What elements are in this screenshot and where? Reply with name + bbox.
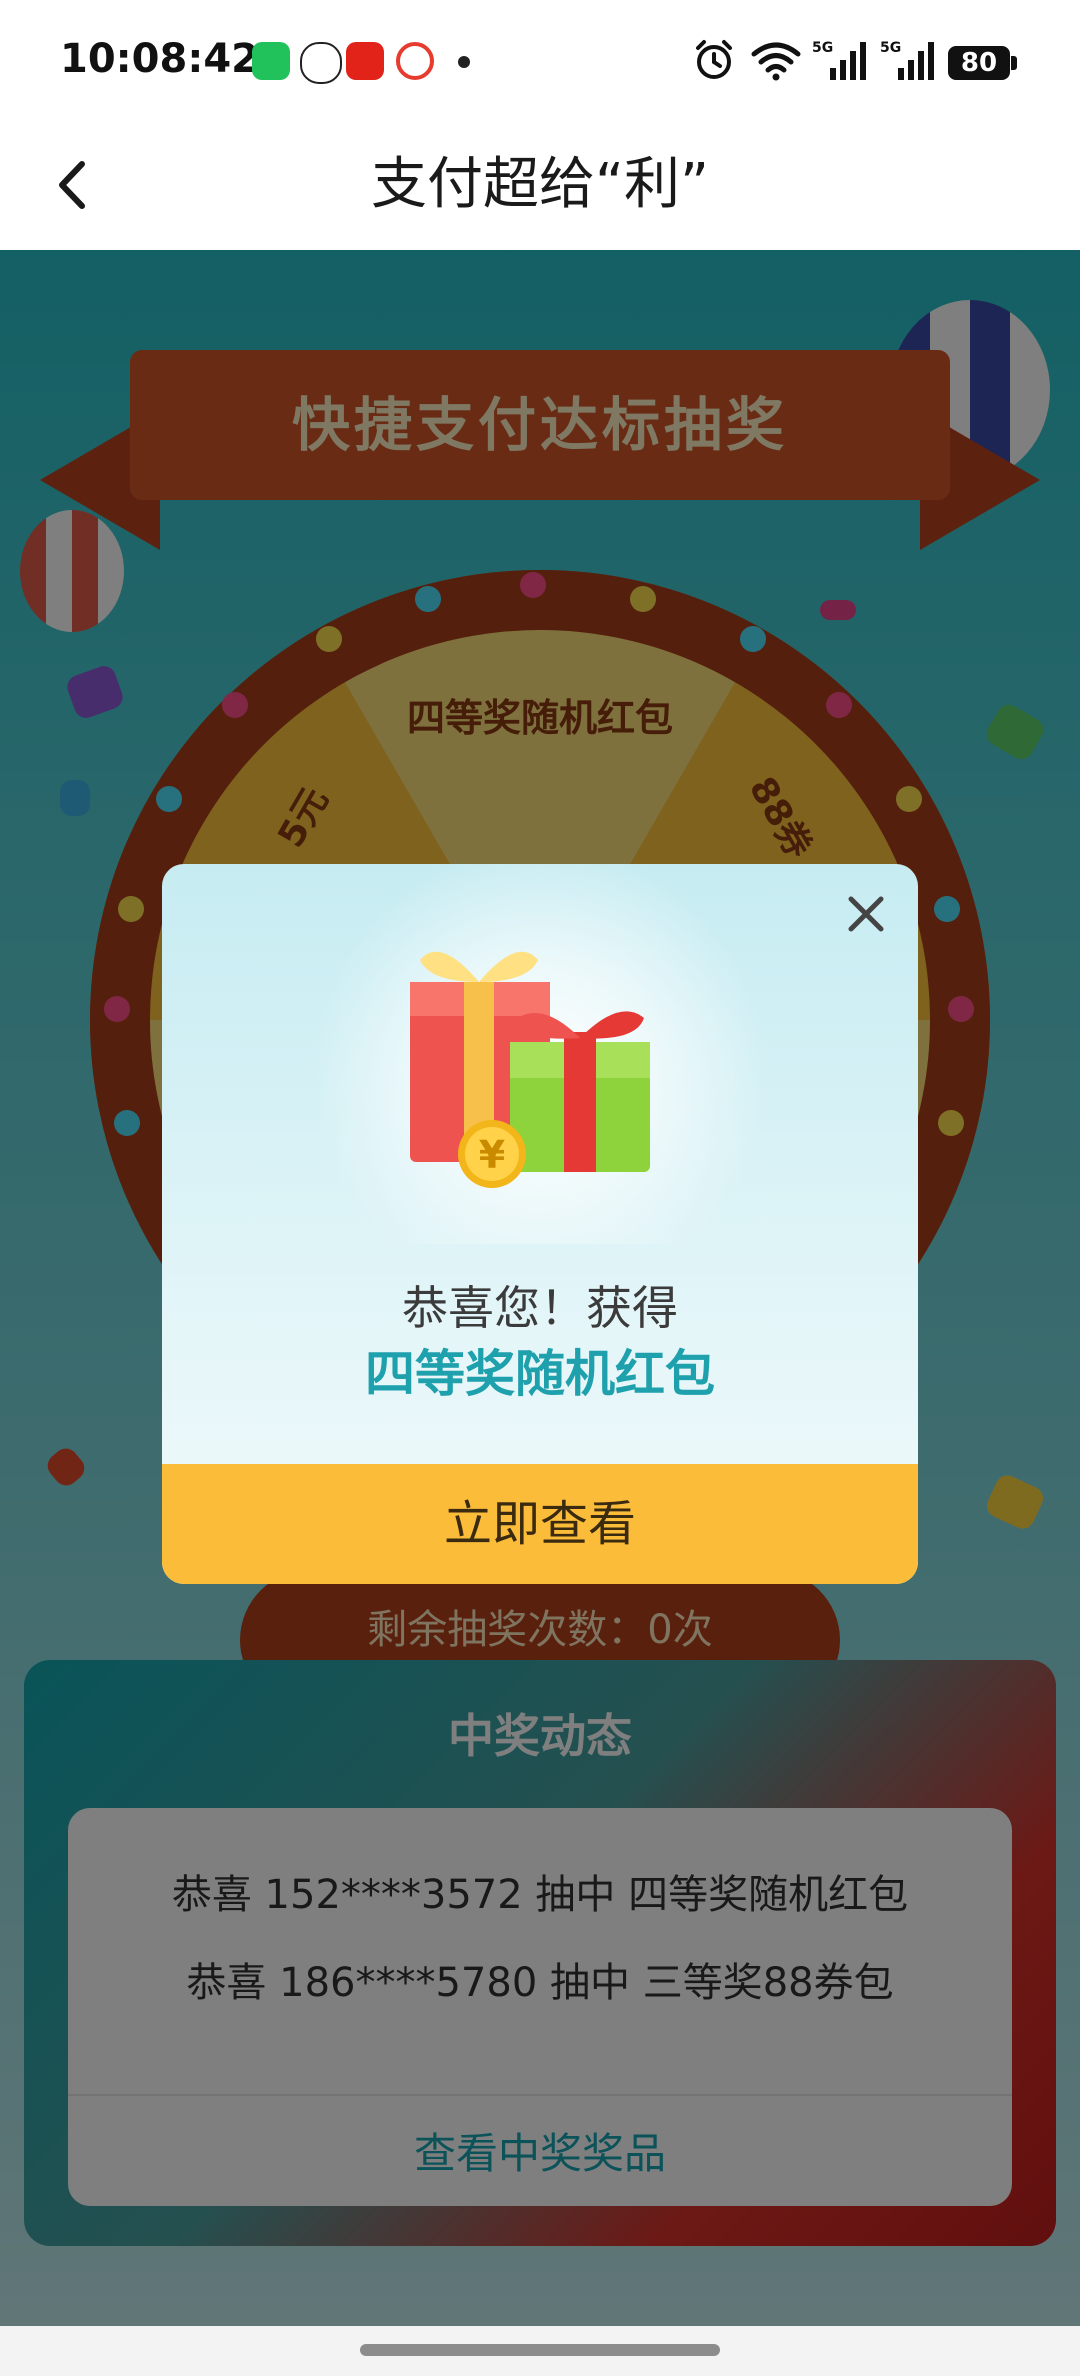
signal-5g-icon: 5G — [812, 40, 866, 80]
wechat-notification-icon — [252, 42, 290, 80]
alarm-icon — [696, 40, 732, 79]
status-bar: 10:08:42 5G 5G 80 — [0, 0, 1080, 120]
signal-5g-icon-2: 5G — [880, 40, 934, 80]
close-button[interactable] — [836, 884, 896, 944]
status-time: 10:08:42 — [60, 36, 259, 82]
more-notifications-icon — [458, 56, 470, 68]
prize-name: 四等奖随机红包 — [365, 1345, 715, 1403]
prize-dialog: ¥ 恭喜您！获得 四等奖随机红包 立即查看 — [162, 864, 918, 1584]
battery-icon: 80 — [948, 46, 1010, 80]
wifi-icon — [751, 42, 801, 81]
svg-text:¥: ¥ — [479, 1133, 505, 1177]
home-indicator[interactable] — [360, 2344, 720, 2356]
browser-notification-icon — [396, 42, 434, 80]
gift-icon: ¥ — [410, 951, 650, 1188]
view-now-button[interactable]: 立即查看 — [162, 1464, 918, 1584]
news-notification-icon — [346, 42, 384, 80]
svg-text:5G: 5G — [880, 40, 901, 56]
page-title: 支付超给“利” — [370, 152, 710, 217]
nav-bar: 支付超给“利” — [0, 120, 1080, 250]
battery-cap — [1011, 56, 1017, 70]
svg-text:5G: 5G — [812, 40, 833, 56]
congrats-text: 恭喜您！获得 — [402, 1281, 678, 1335]
qq-notification-icon — [300, 42, 342, 84]
